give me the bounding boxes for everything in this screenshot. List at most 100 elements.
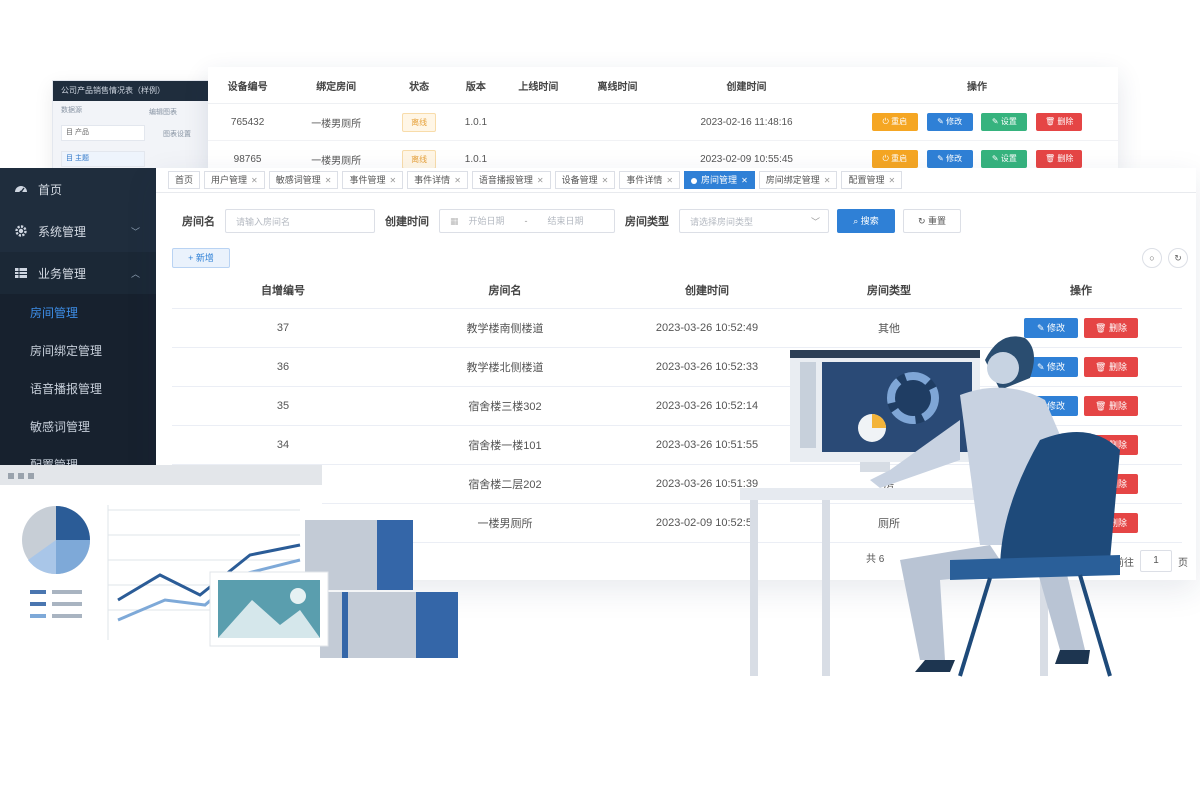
sidebar-item-sensitive[interactable]: 敏感词管理 bbox=[0, 408, 156, 446]
edit-button[interactable]: ✎ 修改 bbox=[926, 113, 973, 131]
delete-label: 删除 bbox=[1057, 154, 1074, 163]
device-col-header: 绑定房间 bbox=[287, 67, 386, 104]
settings-button[interactable]: ✎ 设置 bbox=[981, 113, 1028, 131]
chevron-down-icon: ﹀ bbox=[130, 226, 140, 237]
edit-label: 修改 bbox=[1047, 362, 1066, 372]
settings-label: 设置 bbox=[1000, 154, 1017, 163]
tab-room-binding[interactable]: 房间绑定管理 ✕ bbox=[758, 171, 838, 189]
page-unit: 页 bbox=[1178, 557, 1188, 569]
tab-event[interactable]: 事件管理 ✕ bbox=[342, 171, 404, 189]
tab-user[interactable]: 用户管理 ✕ bbox=[204, 171, 265, 189]
search-label: 搜索 bbox=[860, 216, 879, 226]
add-label: 新增 bbox=[195, 253, 214, 263]
close-icon[interactable]: ✕ bbox=[325, 176, 332, 185]
table-icon bbox=[14, 266, 28, 280]
tab-label: 房间管理 bbox=[701, 175, 738, 185]
background-window-row: 数据源 bbox=[61, 107, 82, 114]
room-col-header: 操作 bbox=[980, 272, 1182, 309]
refresh-button[interactable]: ↻ bbox=[1168, 248, 1188, 268]
tab-sensitive[interactable]: 敏感词管理 ✕ bbox=[268, 171, 339, 189]
date-range-picker[interactable]: ▦ 开始日期 - 结束日期 bbox=[439, 209, 615, 233]
delete-button[interactable]: 🗑 删除 bbox=[1084, 357, 1138, 377]
device-table-window: 设备编号 绑定房间 状态 版本 上线时间 离线时间 创建时间 操作 765432… bbox=[208, 67, 1118, 178]
close-icon[interactable]: ✕ bbox=[889, 176, 896, 185]
search-toggle-button[interactable]: ○ bbox=[1142, 248, 1162, 268]
close-icon[interactable]: ✕ bbox=[666, 176, 673, 185]
sidebar-item-room-binding[interactable]: 房间绑定管理 bbox=[0, 332, 156, 370]
delete-button[interactable]: 🗑 删除 bbox=[1084, 396, 1138, 416]
created-time-label: 创建时间 bbox=[385, 216, 429, 228]
edit-label: 修改 bbox=[946, 117, 963, 126]
date-separator: - bbox=[524, 216, 528, 226]
page-input[interactable]: 1 bbox=[1140, 550, 1172, 572]
reset-button[interactable]: ↻ 重置 bbox=[903, 209, 961, 233]
start-date-placeholder: 开始日期 bbox=[468, 216, 505, 226]
background-window-col: 图表设置 bbox=[163, 131, 191, 138]
background-window-title: 公司产品销售情况表（样例） bbox=[53, 81, 213, 101]
pager-total: 共 6 bbox=[866, 554, 885, 565]
chevron-up-icon: ︿ bbox=[130, 268, 140, 279]
sidebar-item-label: 首页 bbox=[38, 182, 63, 197]
tab-voice[interactable]: 语音播报管理 ✕ bbox=[471, 171, 551, 189]
table-row: 765432 一楼男厕所 离线 1.0.1 2023-02-16 11:48:1… bbox=[208, 103, 1118, 141]
settings-button[interactable]: ✎ 设置 bbox=[981, 150, 1028, 168]
room-type-placeholder: 请选择房间类型 bbox=[690, 217, 754, 227]
delete-button[interactable]: 🗑 删除 bbox=[1084, 318, 1138, 338]
tab-label: 设备管理 bbox=[561, 175, 598, 185]
sidebar-item-config[interactable]: 配置管理 bbox=[0, 446, 156, 468]
device-offline bbox=[577, 103, 658, 141]
close-icon[interactable]: ✕ bbox=[537, 176, 544, 185]
search-button[interactable]: ⌕ 搜索 bbox=[837, 209, 895, 233]
refresh-icon: ↻ bbox=[1174, 253, 1182, 263]
tab-label: 事件详情 bbox=[626, 175, 663, 185]
tab-label: 首页 bbox=[175, 175, 194, 185]
edit-button[interactable]: ✎ 修改 bbox=[926, 150, 973, 168]
close-icon[interactable]: ✕ bbox=[251, 176, 258, 185]
room-id: 34 bbox=[172, 425, 394, 465]
device-online bbox=[498, 103, 578, 141]
device-col-header: 操作 bbox=[836, 67, 1118, 104]
device-id: 765432 bbox=[208, 103, 288, 141]
room-type-select[interactable]: 请选择房间类型 ﹀ bbox=[679, 209, 829, 233]
dashboard-icon bbox=[14, 182, 28, 196]
end-date-placeholder: 结束日期 bbox=[547, 216, 584, 226]
edit-button[interactable]: ✎ 修改 bbox=[1024, 318, 1078, 338]
room-id: 37 bbox=[172, 308, 394, 348]
tab-event-detail-2[interactable]: 事件详情 ✕ bbox=[619, 171, 681, 189]
tab-room[interactable]: 房间管理 ✕ bbox=[684, 171, 755, 189]
restart-label: 重启 bbox=[891, 154, 908, 163]
delete-label: 删除 bbox=[1108, 362, 1127, 372]
room-name: 教学楼北侧楼道 bbox=[394, 347, 616, 387]
tab-home[interactable]: 首页 bbox=[168, 171, 201, 189]
room-created: 2023-03-26 10:52:49 bbox=[616, 308, 798, 348]
table-row: 37 教学楼南侧楼道 2023-03-26 10:52:49 其他 ✎ 修改 🗑 … bbox=[172, 308, 1182, 348]
restart-button[interactable]: ⏻ 重启 bbox=[871, 150, 918, 168]
reset-label: 重置 bbox=[928, 216, 947, 226]
room-name-input[interactable]: 请输入房间名 bbox=[225, 209, 375, 233]
device-col-header: 设备编号 bbox=[208, 67, 288, 104]
tab-device[interactable]: 设备管理 ✕ bbox=[554, 171, 616, 189]
active-dot-icon bbox=[691, 177, 698, 184]
close-icon[interactable]: ✕ bbox=[454, 176, 461, 185]
room-created: 2023-03-26 10:52:33 bbox=[616, 347, 798, 387]
tab-event-detail[interactable]: 事件详情 ✕ bbox=[407, 171, 468, 189]
background-window-item: 目 主题 bbox=[61, 151, 145, 167]
delete-button[interactable]: 🗑 删除 bbox=[1036, 150, 1083, 168]
close-icon[interactable]: ✕ bbox=[389, 176, 396, 185]
close-icon[interactable]: ✕ bbox=[602, 176, 609, 185]
close-icon[interactable]: ✕ bbox=[741, 176, 748, 185]
restart-button[interactable]: ⏻ 重启 bbox=[871, 113, 918, 131]
sidebar-item-label: 业务管理 bbox=[38, 266, 87, 281]
sidebar-item-home[interactable]: 首页 bbox=[0, 168, 156, 210]
sidebar-item-room[interactable]: 房间管理 bbox=[0, 294, 156, 332]
sidebar-item-business[interactable]: 业务管理 ︿ bbox=[0, 252, 156, 294]
delete-button[interactable]: 🗑 删除 bbox=[1036, 113, 1083, 131]
background-window: 公司产品销售情况表（样例） 数据源 编辑图表 图表设置 目 产品 目 主题 bbox=[52, 80, 214, 182]
room-name: 宿舍楼一楼101 bbox=[394, 425, 616, 465]
sidebar-item-voice[interactable]: 语音播报管理 bbox=[0, 370, 156, 408]
sidebar-item-system[interactable]: 系统管理 ﹀ bbox=[0, 210, 156, 252]
tab-config[interactable]: 配置管理 ✕ bbox=[841, 171, 903, 189]
tab-bar: 首页 用户管理 ✕ 敏感词管理 ✕ 事件管理 ✕ 事件详情 ✕ 语音播报管理 ✕ 设备管理… bbox=[156, 168, 1196, 193]
add-button[interactable]: + 新增 bbox=[172, 248, 230, 268]
close-icon[interactable]: ✕ bbox=[824, 176, 831, 185]
